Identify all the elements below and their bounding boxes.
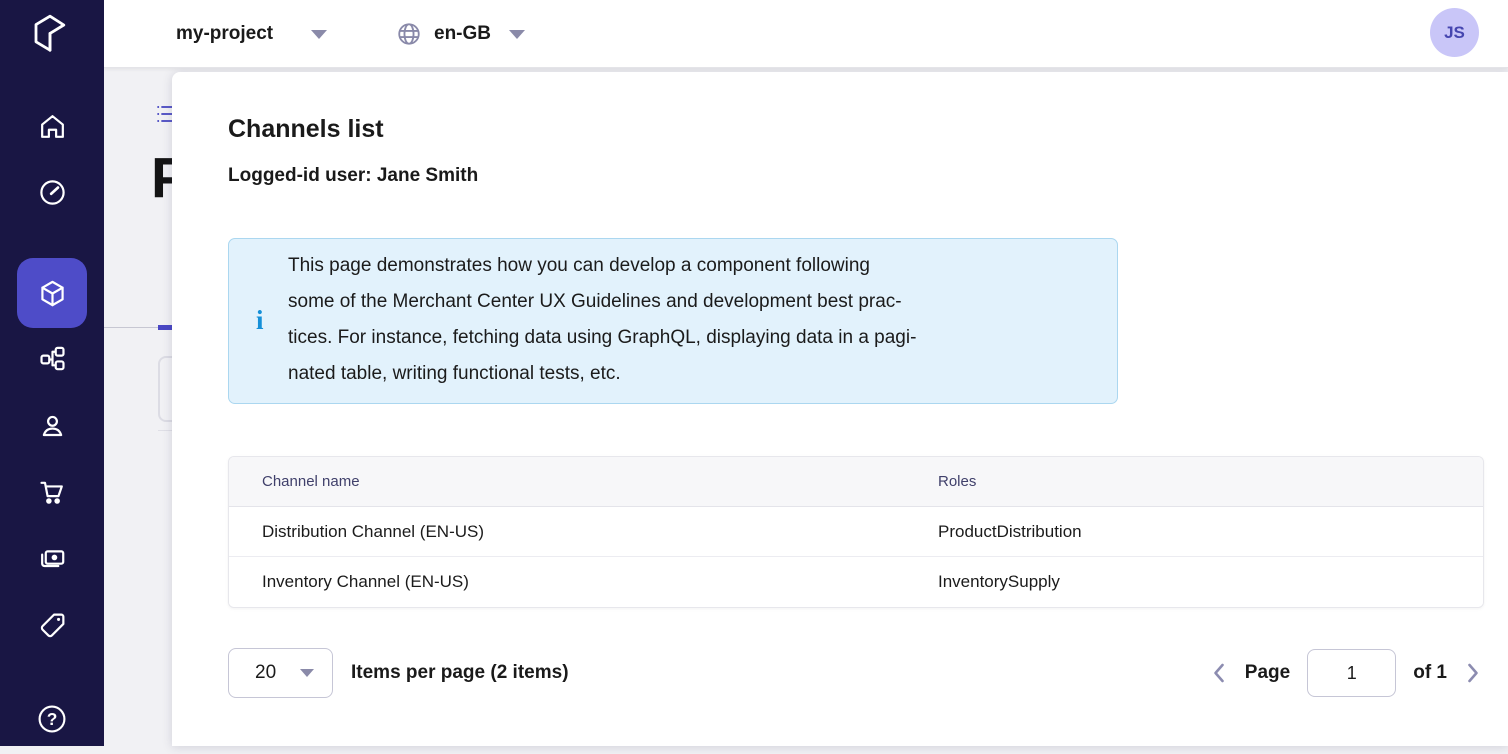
sidebar-item-payments[interactable]	[0, 523, 104, 593]
background-divider-fragment	[158, 430, 172, 431]
locale-value: en-GB	[434, 23, 491, 45]
pagination-bar: 20 Items per page (2 items) Page of 1	[228, 648, 1484, 698]
flow-icon	[37, 344, 68, 375]
svg-text:?: ?	[47, 709, 58, 729]
page-label: Page	[1245, 662, 1290, 684]
user-avatar[interactable]: JS	[1430, 8, 1479, 57]
sidebar-item-discounts[interactable]	[0, 590, 104, 660]
chevron-down-icon	[509, 30, 525, 39]
column-header-roles[interactable]: Roles	[938, 473, 1483, 490]
home-icon	[37, 111, 68, 142]
person-icon	[37, 411, 68, 442]
project-switcher[interactable]: my-project	[176, 0, 327, 68]
page-number-input[interactable]	[1307, 649, 1396, 697]
page-total-label: of 1	[1413, 662, 1447, 684]
avatar-initials: JS	[1444, 23, 1465, 43]
chevron-down-icon	[311, 30, 327, 39]
gauge-icon	[37, 177, 68, 208]
sidebar-item-dashboard[interactable]	[0, 157, 104, 227]
items-per-page-label: Items per page (2 items)	[351, 662, 569, 684]
items-per-page-select[interactable]: 20	[228, 648, 333, 698]
tag-icon	[37, 610, 68, 641]
column-header-channel-name[interactable]: Channel name	[229, 473, 938, 490]
top-header: my-project en-GB JS	[104, 0, 1508, 68]
table-row[interactable]: Inventory Channel (EN-US) InventorySuppl…	[229, 557, 1483, 607]
background-active-tab-indicator	[158, 325, 172, 330]
table-row[interactable]: Distribution Channel (EN-US) ProductDist…	[229, 507, 1483, 557]
globe-icon	[396, 21, 422, 47]
page-title: Channels list	[228, 115, 384, 144]
table-header-row: Channel name Roles	[229, 457, 1483, 507]
sidebar-item-products[interactable]	[17, 258, 87, 328]
logged-in-user-text: Logged-id user: Jane Smith	[228, 165, 478, 187]
cart-icon	[37, 477, 68, 508]
info-message: i This page demonstrates how you can dev…	[228, 238, 1118, 404]
previous-page-button[interactable]	[1208, 660, 1230, 686]
sidebar-item-categories[interactable]	[0, 324, 104, 394]
cube-icon	[37, 278, 68, 309]
sidebar-item-customers[interactable]	[0, 391, 104, 461]
cell-roles: InventorySupply	[938, 572, 1483, 592]
sidebar-item-orders[interactable]	[0, 457, 104, 527]
cell-channel-name: Distribution Channel (EN-US)	[229, 522, 938, 542]
chevron-down-icon	[300, 669, 314, 677]
channels-panel: Channels list Logged-id user: Jane Smith…	[172, 72, 1508, 746]
info-message-text: This page demonstrates how you can devel…	[288, 239, 1117, 392]
sidebar-item-home[interactable]	[0, 91, 104, 161]
locale-switcher[interactable]: en-GB	[396, 0, 525, 68]
sidebar-item-help[interactable]: ?	[0, 684, 104, 754]
cell-roles: ProductDistribution	[938, 522, 1483, 542]
project-name: my-project	[176, 23, 273, 45]
commercetools-logo-icon[interactable]	[26, 11, 74, 59]
cell-channel-name: Inventory Channel (EN-US)	[229, 572, 938, 592]
sidebar: ?	[0, 0, 104, 746]
items-per-page-value: 20	[255, 662, 276, 684]
chevron-left-icon	[1208, 660, 1230, 686]
chevron-right-icon	[1462, 660, 1484, 686]
info-icon: i	[256, 305, 264, 336]
question-icon: ?	[36, 703, 68, 735]
next-page-button[interactable]	[1462, 660, 1484, 686]
banknote-icon	[37, 543, 68, 574]
channels-table: Channel name Roles Distribution Channel …	[228, 456, 1484, 608]
